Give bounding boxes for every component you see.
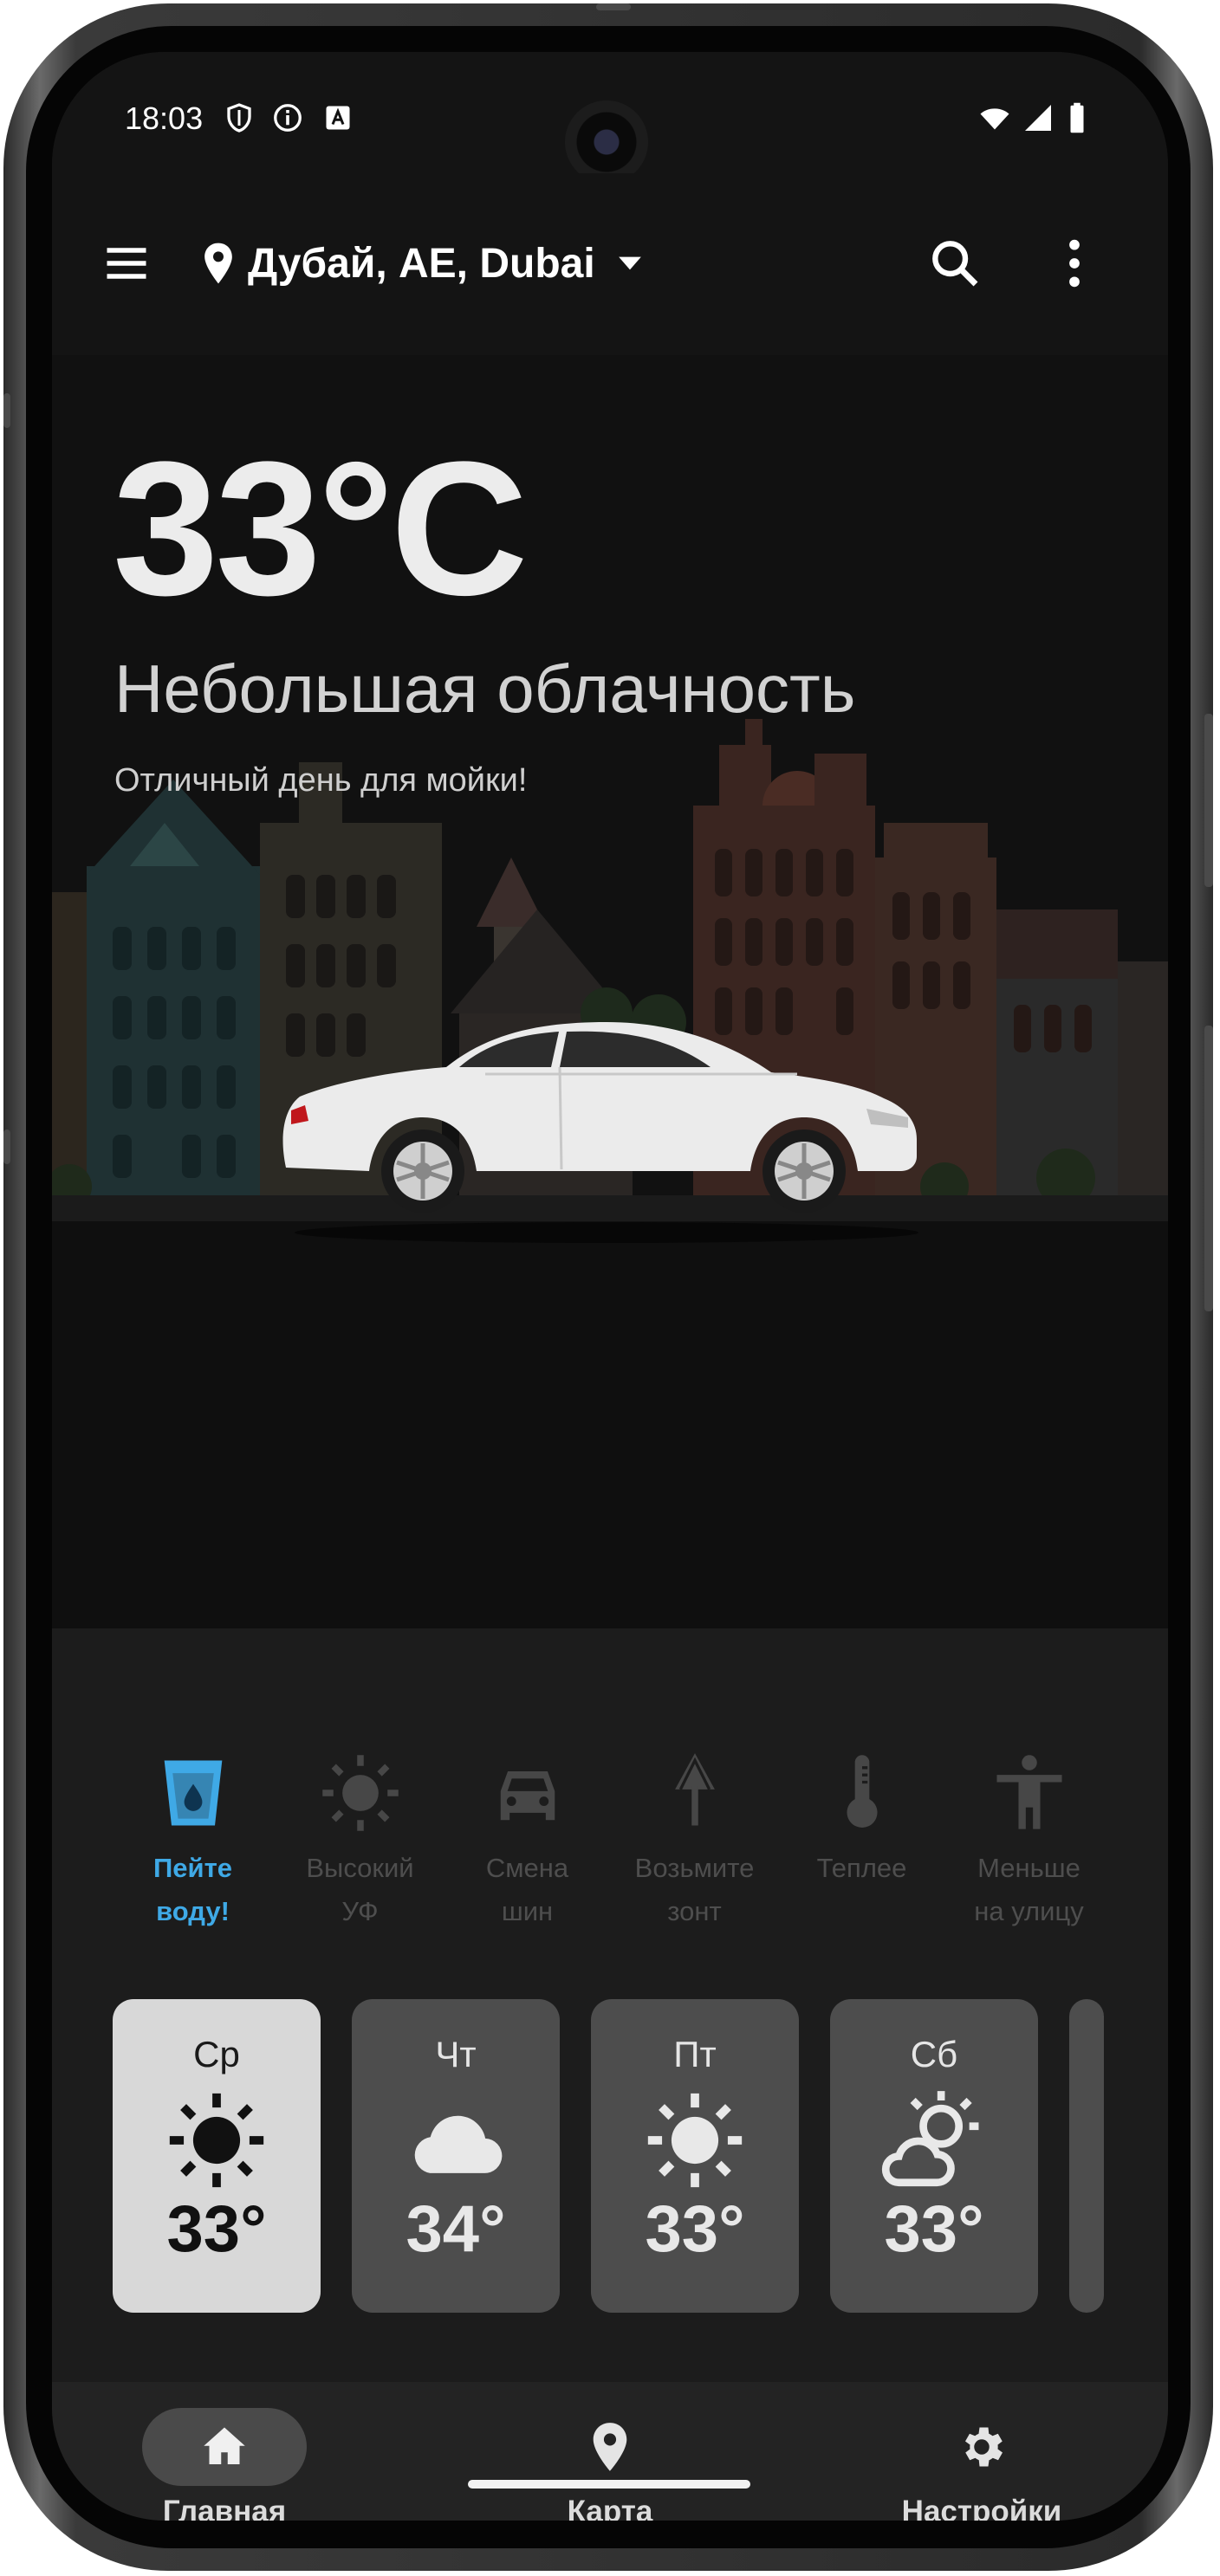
map-pin-icon	[593, 2423, 627, 2471]
sun-icon	[647, 2093, 743, 2188]
cell-signal-icon	[1025, 105, 1051, 131]
water-glass-icon	[164, 1760, 222, 1826]
partly-cloudy-icon	[881, 2091, 979, 2187]
forecast-temp: 34°	[406, 2192, 506, 2266]
phone-side-button	[3, 393, 10, 428]
tip-high-uv[interactable]: Высокий УФ	[280, 1750, 440, 1933]
nav-label: Главная	[162, 2495, 287, 2521]
settings-gear-icon	[965, 2427, 1003, 2467]
gesture-handle[interactable]	[468, 2480, 750, 2489]
status-bar: 18:03	[52, 52, 1168, 184]
forecast-card-next[interactable]	[1069, 1999, 1104, 2313]
dropdown-arrow-icon	[618, 256, 641, 270]
shield-icon	[227, 103, 251, 133]
nav-settings[interactable]: Настройки	[899, 2408, 1064, 2521]
forecast-day: Пт	[673, 2034, 717, 2074]
cloud-icon	[414, 2115, 503, 2173]
tip-label: Пейте воду!	[152, 1853, 232, 1926]
forecast-temp: 33°	[645, 2192, 745, 2266]
front-camera	[565, 100, 648, 184]
more-vert-icon[interactable]	[1057, 236, 1092, 291]
tip-drink-water[interactable]: Пейте воду!	[113, 1750, 273, 1933]
forecast-card-sat[interactable]: Сб 33°	[830, 1999, 1038, 2313]
location-pin-icon	[204, 243, 232, 284]
forecast-day: Сб	[910, 2034, 958, 2074]
screen: 18:03 Дубай, AE, Dubai 33°C Небольшая об…	[52, 52, 1168, 2521]
top-app-bar: Дубай, AE, Dubai	[52, 173, 1168, 355]
sun-icon	[169, 2093, 264, 2188]
nav-indicator	[528, 2408, 692, 2486]
tip-label: Смена шин	[485, 1853, 569, 1926]
tip-change-tires[interactable]: Смена шин	[447, 1750, 607, 1933]
current-temperature: 33°C	[113, 422, 529, 635]
umbrella-icon	[674, 1753, 715, 1826]
battery-icon	[1070, 102, 1084, 133]
tip-take-umbrella[interactable]: Возьмите зонт	[614, 1750, 775, 1933]
forecast-card-thu[interactable]: Чт 34°	[352, 1999, 560, 2313]
tip-label: Высокий УФ	[306, 1853, 414, 1926]
location-label: Дубай, AE, Dubai	[248, 240, 595, 287]
nav-label: Карта	[567, 2495, 653, 2521]
forecast-day: Чт	[435, 2034, 477, 2074]
info-icon	[274, 104, 302, 132]
tips-panel: Пейте воду! Высокий УФ Смена шин Возьмит…	[52, 1628, 1168, 2382]
forecast-day: Ср	[193, 2034, 240, 2074]
tip-label: Возьмите зонт	[634, 1853, 755, 1926]
sun-uv-icon	[321, 1755, 399, 1831]
nav-home[interactable]: Главная	[142, 2408, 307, 2521]
car-icon	[500, 1771, 555, 1821]
forecast-card-wed[interactable]: Ср 33°	[113, 1999, 321, 2313]
nav-map[interactable]: Карта	[528, 2408, 692, 2521]
thermometer-icon	[847, 1755, 877, 1828]
search-icon[interactable]	[927, 236, 983, 291]
tips-row: Пейте воду! Высокий УФ Смена шин Возьмит…	[113, 1750, 1109, 1933]
wifi-icon	[980, 108, 1009, 130]
phone-top-button	[596, 3, 631, 10]
weather-advice: Отличный день для мойки!	[114, 762, 528, 799]
weather-condition: Небольшая облачность	[114, 650, 856, 727]
weather-hero: 33°C Небольшая облачность Отличный день …	[52, 355, 1168, 1628]
tip-label: Теплее	[816, 1853, 907, 1883]
bottom-navigation: Главная Карта Настройки	[52, 2382, 1168, 2521]
status-time: 18:03	[125, 100, 204, 136]
nav-active-indicator	[142, 2408, 307, 2486]
tip-stay-inside[interactable]: Меньше на улицу	[949, 1750, 1109, 1933]
location-selector[interactable]: Дубай, AE, Dubai	[201, 230, 649, 296]
home-icon	[204, 2427, 245, 2464]
forecast-temp: 33°	[884, 2192, 984, 2266]
keyboard-a-icon	[326, 106, 350, 130]
forecast-temp: 33°	[166, 2192, 267, 2266]
tip-label: Меньше на улицу	[974, 1853, 1084, 1926]
tip-warmer[interactable]: Теплее	[782, 1750, 942, 1933]
person-icon	[996, 1755, 1061, 1829]
nav-label: Настройки	[901, 2495, 1062, 2521]
nav-indicator	[899, 2408, 1064, 2486]
forecast-card-fri[interactable]: Пт 33°	[591, 1999, 799, 2313]
volume-button	[1204, 1026, 1213, 1311]
phone-side-button	[3, 1129, 10, 1164]
forecast-row: Ср 33° Чт 34° Пт 33° Сб 33°	[113, 1999, 1109, 2313]
power-button	[1204, 714, 1213, 887]
menu-icon[interactable]	[101, 237, 152, 289]
